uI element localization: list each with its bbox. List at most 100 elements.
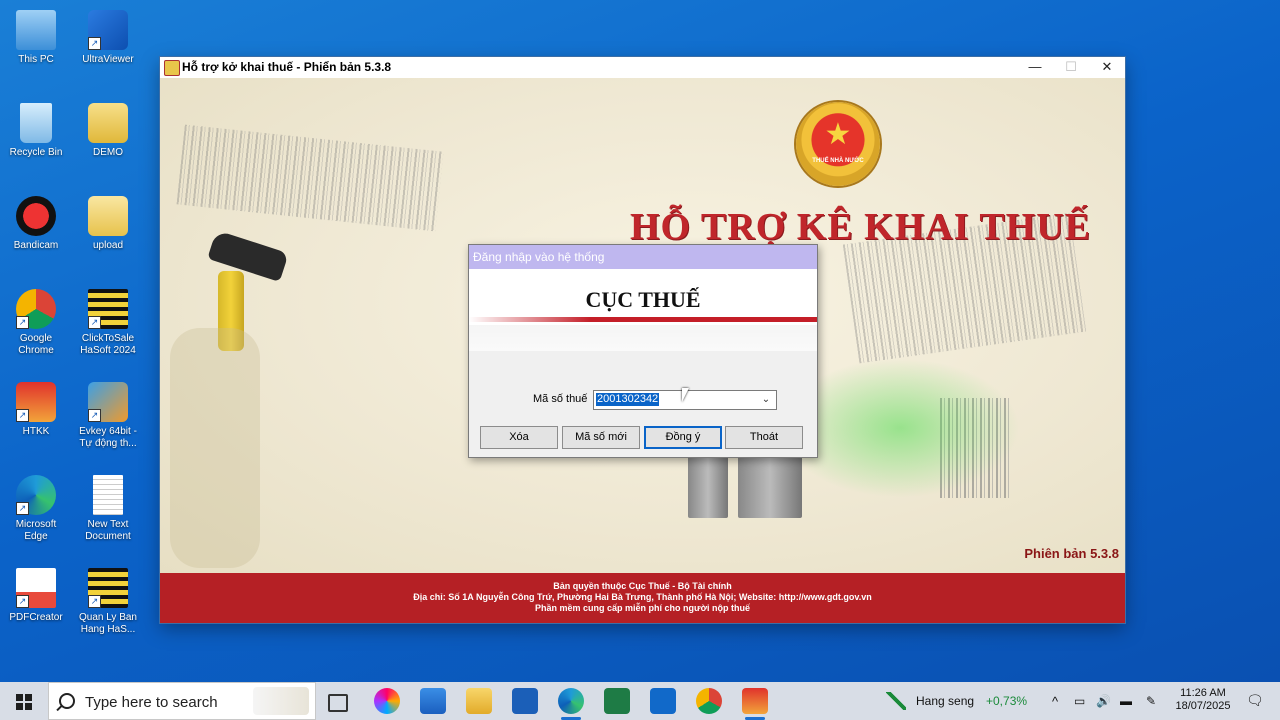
app-icon [164,60,180,76]
chevron-down-icon[interactable]: ⌄ [758,391,774,409]
star-icon: ★ [824,118,852,151]
desktop-icon-ultraviewer[interactable]: ↗ UltraViewer [76,10,140,66]
zip-folder-icon [88,103,128,143]
clicktosale-icon: ↗ [88,289,128,329]
computer-icon [16,10,56,50]
desktop-icon-evkey[interactable]: ↗ Evkey 64bit - Tự động th... [76,382,140,450]
desktop-icon-quan-ly-ban-hang[interactable]: ↗ Quan Ly Ban Hang HaS... [76,568,140,636]
red-divider [469,317,817,322]
delete-button[interactable]: Xóa [480,426,558,449]
excel-icon[interactable] [604,688,630,714]
task-view-icon[interactable] [328,694,348,712]
htkk-icon: ↗ [16,382,56,422]
copyright-footer: Bản quyền thuộc Cục Thuế - Bộ Tài chính … [160,573,1125,623]
app-icon-blue[interactable] [512,688,538,714]
edge-taskbar-icon[interactable] [558,688,584,714]
login-dialog: Đăng nhập vào hệ thống CỤC THUẾ Mã số th… [468,244,818,458]
scanner-shadow-art [170,328,260,568]
tax-code-label: Mã số thuế [533,393,588,405]
recycle-bin-icon [20,103,52,143]
desktop-icon-label: Quan Ly Ban Hang HaS... [78,612,137,635]
maximize-button[interactable]: ☐ [1053,57,1089,78]
desktop-icon-bandicam[interactable]: Bandicam [4,196,68,252]
clock[interactable]: 11:26 AM 18/07/2025 [1170,687,1236,713]
desktop-icon-upload[interactable]: upload [76,196,140,252]
desktop-icon-label: ClickToSale HaSoft 2024 [80,333,136,356]
desktop-icon-google-chrome[interactable]: ↗ Google Chrome [4,289,68,357]
notification-icon[interactable]: 🗨 [1246,692,1264,709]
mouse-cursor-icon [682,388,689,402]
tax-emblem: ★ THUẾ NHÀ NƯỚC [796,102,880,186]
desktop-icon-label: DEMO [93,147,123,158]
footer-free-notice: Phần mềm cung cấp miễn phí cho người nộp… [535,603,750,613]
battery-icon[interactable]: ▬ [1120,694,1132,708]
desktop-icon-label: Microsoft Edge [15,519,57,542]
ok-button[interactable]: Đồng ý [644,426,722,449]
ultraviewer-icon: ↗ [88,10,128,50]
htkk-taskbar-icon[interactable] [742,688,768,714]
window-title: Hỗ trợ kở khai thuế - Phiển bản 5.3.8 [182,60,392,74]
dialog-banner: CỤC THUẾ [469,269,817,351]
desktop-icon-recycle-bin[interactable]: Recycle Bin [4,103,68,159]
desktop-icon-label: Recycle Bin [9,147,63,158]
close-button[interactable]: ✕ [1089,57,1125,78]
version-label: Phiên bản 5.3.8 [1024,546,1119,561]
desktop-icon-label: UltraViewer [82,54,134,65]
taskbar: Type here to search Hang seng +0,73% ^ ▭… [0,682,1280,720]
desktop-icon-label: upload [92,240,124,251]
chrome-icon: ↗ [16,289,56,329]
folder-icon [88,196,128,236]
desktop-icon-label: Evkey 64bit - Tự động th... [79,426,137,449]
desktop-icon-this-pc[interactable]: This PC [4,10,68,66]
desktop-icon-label: New Text Document [85,519,131,542]
file-explorer-icon[interactable] [466,688,492,714]
new-tax-code-button[interactable]: Mã số mới [562,426,640,449]
stock-chart-icon [886,692,906,710]
quan-ly-ban-hang-icon: ↗ [88,568,128,608]
window-title-bar[interactable]: Hỗ trợ kở khai thuế - Phiển bản 5.3.8 — … [160,57,1125,78]
minimize-button[interactable]: — [1017,57,1053,78]
start-button[interactable] [0,682,48,720]
exit-button[interactable]: Thoát [725,426,803,449]
evkey-icon: ↗ [88,382,128,422]
clock-date: 18/07/2025 [1175,700,1231,712]
dialog-title[interactable]: Đăng nhập vào hệ thống [469,245,817,269]
desktop-icon-pdfcreator[interactable]: ↗ PDFCreator [4,568,68,624]
desktop-icon-label: Bandicam [13,240,59,251]
server-tower-art [688,448,728,518]
desktop-icon-label: HTKK [22,426,50,437]
copilot-icon[interactable] [374,688,400,714]
clock-time: 11:26 AM [1180,687,1226,699]
network-icon[interactable]: ▭ [1074,694,1085,708]
volume-icon[interactable]: 🔊 [1096,694,1111,708]
banner-fade [469,325,817,351]
barcode-art [176,124,444,232]
pen-icon[interactable]: ✎ [1146,694,1156,708]
dialog-heading: CỤC THUẾ [585,287,701,312]
desktop-icon-demo[interactable]: DEMO [76,103,140,159]
emblem-label: THUẾ NHÀ NƯỚC [812,158,864,164]
desktop-icon-label: This PC [18,54,54,65]
taskbar-search-box[interactable]: Type here to search [48,682,316,720]
windows-logo-icon [16,694,32,710]
pdfcreator-icon: ↗ [16,568,56,608]
outlook-icon[interactable] [650,688,676,714]
desktop-icon-label: PDFCreator [9,612,63,623]
microsoft-store-icon[interactable] [420,688,446,714]
chevron-up-icon[interactable]: ^ [1052,694,1058,709]
desktop-icon-clicktosale[interactable]: ↗ ClickToSale HaSoft 2024 [76,289,140,357]
desktop-icon-microsoft-edge[interactable]: ↗ Microsoft Edge [4,475,68,543]
desktop-icon-new-text-document[interactable]: New Text Document [76,475,140,543]
stock-change[interactable]: +0,73% [986,694,1027,708]
app-heading: HỖ TRỢ KÊ KHAI THUẾ [630,206,1092,248]
desktop-icon-htkk[interactable]: ↗ HTKK [4,382,68,438]
stock-name[interactable]: Hang seng [916,694,974,708]
footer-copyright: Bản quyền thuộc Cục Thuế - Bộ Tài chính [553,581,732,591]
search-icon [59,693,75,709]
edge-icon: ↗ [16,475,56,515]
search-highlight-art [253,687,309,715]
chrome-taskbar-icon[interactable] [696,688,722,714]
bandicam-icon [16,196,56,236]
tax-code-value[interactable]: 2001302342 [596,393,660,406]
footer-address: Địa chỉ: Số 1A Nguyễn Công Trứ, Phường H… [413,592,872,602]
